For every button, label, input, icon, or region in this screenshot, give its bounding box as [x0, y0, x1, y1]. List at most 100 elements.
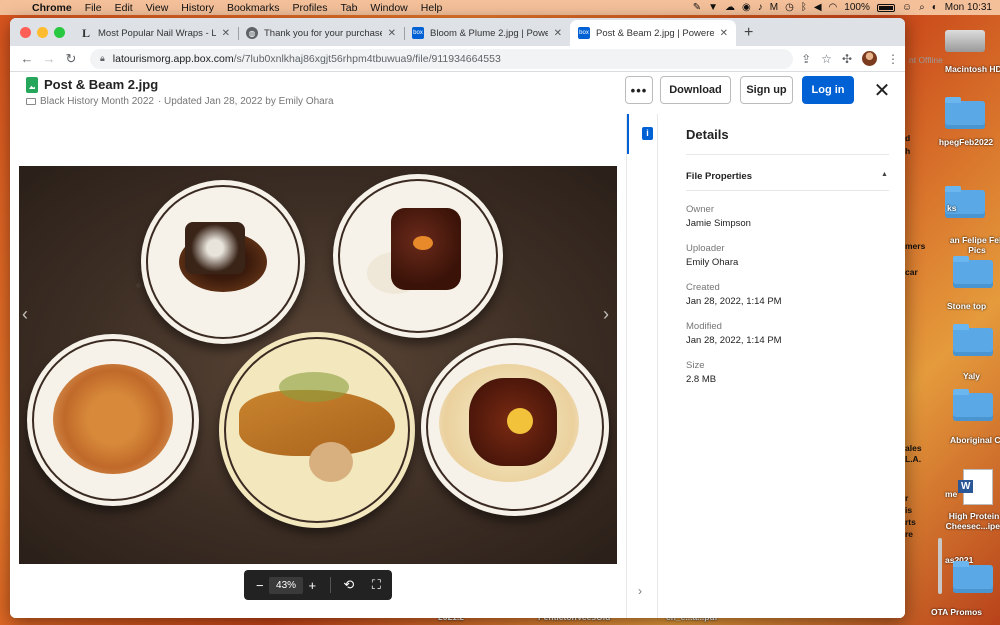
window-zoom-button[interactable] — [54, 27, 65, 38]
zoom-in-button[interactable]: + — [303, 578, 322, 593]
active-indicator — [627, 114, 629, 154]
menu-app-name[interactable]: Chrome — [32, 2, 72, 14]
preview-content: ‹ › − 43% + ⟲ ⛶ i › Details File Propert… — [10, 114, 905, 618]
previous-image-arrow-icon[interactable]: ‹ — [22, 304, 28, 325]
chrome-menu-icon[interactable]: ⋮ — [887, 52, 899, 66]
share-icon[interactable]: ⇪ — [801, 52, 811, 66]
desktop-icon-label: Aboriginal Coursera — [950, 435, 1000, 445]
chrome-window: L Most Popular Nail Wraps - Lily ✕ ◍ Tha… — [10, 18, 905, 618]
window-minimize-button[interactable] — [37, 27, 48, 38]
bookmark-star-icon[interactable]: ☆ — [821, 52, 832, 66]
tab-close-icon[interactable]: ✕ — [720, 28, 728, 39]
expand-chevron-icon[interactable]: › — [638, 584, 642, 598]
zoom-out-button[interactable]: − — [250, 578, 269, 593]
tab-close-icon[interactable]: ✕ — [222, 28, 230, 39]
tab-post-beam[interactable]: box Post & Beam 2.jpg | Powered b ✕ — [570, 20, 736, 46]
extensions-puzzle-icon[interactable]: ✣ — [842, 52, 852, 66]
folder-icon — [26, 98, 36, 105]
mail-icon[interactable]: M — [770, 2, 778, 13]
property-owner: Owner Jamie Simpson — [686, 204, 751, 229]
tab-nail-wraps[interactable]: L Most Popular Nail Wraps - Lily ✕ — [72, 20, 238, 46]
divider — [686, 190, 889, 191]
music-icon[interactable]: ♪ — [758, 2, 763, 13]
folder-icon — [953, 324, 993, 356]
more-options-button[interactable]: ••• — [625, 76, 653, 104]
spotlight-icon[interactable]: ⌕ — [919, 2, 925, 13]
forward-arrow-icon[interactable]: → — [38, 51, 60, 66]
menu-edit[interactable]: Edit — [115, 2, 133, 14]
user-switch-icon[interactable]: ☺ — [902, 2, 912, 13]
menu-bookmarks[interactable]: Bookmarks — [227, 2, 280, 14]
location-icon[interactable]: ▼ — [708, 2, 718, 13]
desktop-partial-label: is — [905, 505, 913, 515]
menu-file[interactable]: File — [85, 2, 102, 14]
menu-history[interactable]: History — [181, 2, 214, 14]
menu-view[interactable]: View — [146, 2, 169, 14]
desktop-scrollbar[interactable] — [938, 538, 942, 594]
shield-icon[interactable]: ◉ — [742, 2, 751, 13]
tab-close-icon[interactable]: ✕ — [554, 28, 562, 39]
tab-close-icon[interactable]: ✕ — [388, 28, 396, 39]
property-size: Size 2.8 MB — [686, 360, 716, 385]
lock-icon[interactable]: 🔒︎ — [100, 53, 105, 64]
cloud-icon[interactable]: ☁ — [725, 2, 735, 13]
control-center-icon[interactable]: ◐ — [932, 2, 938, 13]
window-close-button[interactable] — [20, 27, 31, 38]
desktop-partial-label: r — [905, 493, 909, 503]
menu-profiles[interactable]: Profiles — [292, 2, 327, 14]
collapse-caret-icon[interactable]: ▲ — [881, 171, 888, 178]
next-image-arrow-icon[interactable]: › — [603, 304, 609, 325]
food-photo — [19, 166, 617, 564]
new-tab-button[interactable]: + — [736, 20, 761, 46]
download-button[interactable]: Download — [660, 76, 731, 104]
property-label: Owner — [686, 204, 714, 215]
file-properties-toggle[interactable]: File Properties — [686, 171, 752, 182]
desktop-icon-folder[interactable] — [953, 324, 1000, 356]
desktop-icon-label: hpegFeb2022 — [938, 137, 994, 147]
menubar-clock[interactable]: Mon 10:31 — [945, 2, 992, 13]
menu-help[interactable]: Help — [421, 2, 443, 14]
folder-link[interactable]: Black History Month 2022 — [40, 96, 154, 107]
tab-bloom-plume[interactable]: box Bloom & Plume 2.jpg | Powered ✕ — [404, 20, 570, 46]
window-controls — [20, 27, 65, 38]
wifi-icon[interactable]: ◠ — [829, 2, 838, 13]
battery-icon[interactable] — [876, 3, 895, 12]
history-icon[interactable]: ◷ — [785, 2, 794, 13]
property-modified: Modified Jan 28, 2022, 1:14 PM — [686, 321, 782, 346]
bluetooth-icon[interactable]: ᛒ — [801, 2, 807, 13]
url-path: /s/7lub0xnlkhaj86xgjt56rhpm4tbuwua9/file… — [233, 52, 501, 65]
reload-icon[interactable]: ↻ — [60, 51, 82, 67]
desktop-icon-folder[interactable] — [953, 389, 1000, 421]
sign-up-button[interactable]: Sign up — [740, 76, 793, 104]
url-host: latourismorg.app.box.com — [112, 52, 234, 65]
divider — [686, 154, 889, 155]
desktop-icon-label: Yaly — [963, 371, 981, 381]
log-in-button[interactable]: Log in — [802, 76, 854, 104]
desktop-icon-label: OTA Promos — [931, 607, 983, 617]
address-bar[interactable]: 🔒︎ latourismorg.app.box.com/s/7lub0xnlkh… — [90, 48, 794, 69]
back-arrow-icon[interactable]: ← — [16, 51, 38, 66]
desktop-icon-folder[interactable]: hpegFeb2022 — [939, 97, 995, 147]
profile-avatar[interactable] — [862, 51, 877, 66]
pen-icon[interactable]: ✎ — [693, 2, 701, 13]
property-label: Size — [686, 360, 705, 371]
property-label: Created — [686, 282, 720, 293]
desktop-icon-folder[interactable] — [953, 256, 1000, 288]
desktop-icon-label: Macintosh HD — [945, 64, 1000, 74]
menu-tab[interactable]: Tab — [340, 2, 357, 14]
desktop-partial-label: d — [905, 133, 911, 143]
details-info-icon[interactable]: i — [642, 127, 653, 140]
rotate-icon[interactable]: ⟲ — [339, 577, 358, 593]
close-preview-button[interactable]: ✕ — [872, 78, 892, 103]
desktop-partial-label: ales L.A. — [905, 443, 922, 464]
volume-icon[interactable]: ◀ — [814, 2, 822, 13]
menu-window[interactable]: Window — [370, 2, 407, 14]
tab-title: Bloom & Plume 2.jpg | Powered — [430, 27, 548, 39]
tab-thank-you[interactable]: ◍ Thank you for your purchase! - ✕ — [238, 20, 404, 46]
desktop-icon-folder[interactable] — [953, 561, 1000, 593]
fullscreen-icon[interactable]: ⛶ — [367, 577, 386, 593]
desktop-icon-macintosh-hd[interactable]: Macintosh HD — [945, 30, 1000, 74]
desktop-icon-word-doc[interactable]: W — [958, 469, 1000, 505]
folder-icon — [953, 256, 993, 288]
desktop-partial-label: re — [905, 529, 914, 539]
